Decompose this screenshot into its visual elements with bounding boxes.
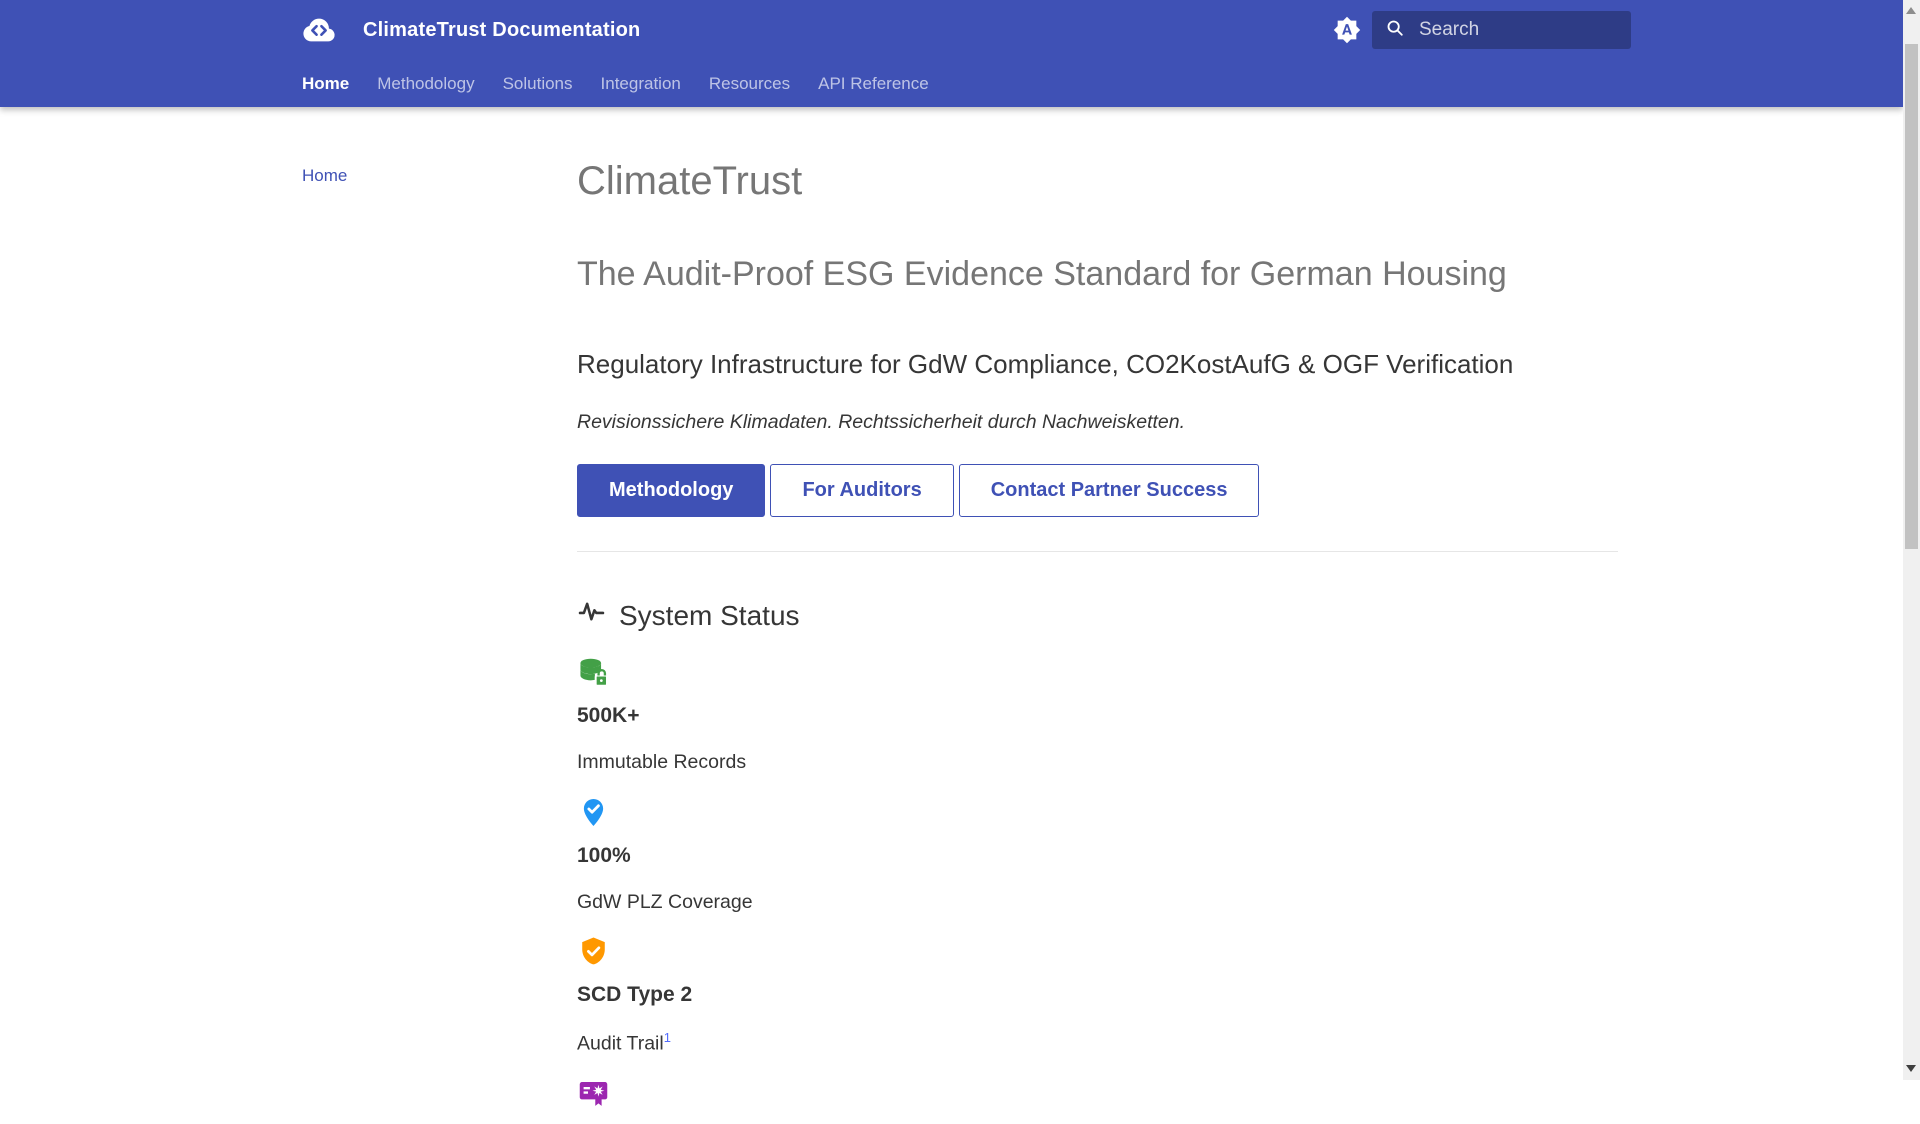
- page-title: ClimateTrust: [577, 159, 803, 203]
- methodology-button[interactable]: Methodology: [577, 464, 766, 518]
- scroll-down-arrow-icon[interactable]: [1906, 1065, 1916, 1072]
- brightness-auto-icon: [1333, 16, 1361, 44]
- stat-value: 100%: [577, 843, 631, 867]
- section-divider: [577, 551, 1618, 553]
- for-auditors-button[interactable]: For Auditors: [770, 464, 954, 518]
- lead-text: Revisionssichere Klimadaten. Rechtssiche…: [577, 411, 1186, 434]
- tagline-heading: The Audit-Proof ESG Evidence Standard fo…: [577, 255, 1507, 293]
- system-status-label: System Status: [619, 599, 800, 631]
- tab-solutions[interactable]: Solutions: [503, 74, 573, 94]
- app-header: ClimateTrust Documentation Home Methodol…: [0, 0, 1903, 107]
- system-status-heading: System Status: [577, 597, 1618, 633]
- stat-value: SCD Type 2: [577, 983, 693, 1007]
- cloud-code-icon: [302, 13, 336, 47]
- scrollbar-thumb[interactable]: [1905, 44, 1918, 549]
- footnote-ref-link[interactable]: 1: [664, 1030, 671, 1045]
- search-input[interactable]: [1417, 18, 1619, 42]
- shield-check-icon: [577, 935, 1618, 968]
- status-stats-list: 500K+ Immutable Records 100% GdW PLZ Cov…: [577, 656, 1618, 1109]
- stat-label: Immutable Records: [577, 751, 747, 774]
- stat-certificate: [577, 1076, 1618, 1109]
- header-top-row: ClimateTrust Documentation: [0, 0, 1903, 60]
- vertical-scrollbar[interactable]: [1903, 0, 1920, 1080]
- cta-button-row: Methodology For Auditors Contact Partner…: [577, 464, 1618, 518]
- subheading: Regulatory Infrastructure for GdW Compli…: [577, 349, 1514, 380]
- contact-partner-success-button[interactable]: Contact Partner Success: [958, 464, 1260, 518]
- sidebar-item-home[interactable]: Home: [302, 166, 347, 185]
- sidebar-nav: Home: [302, 166, 542, 186]
- stat-label: Audit Trail1: [577, 1029, 671, 1055]
- map-marker-check-icon: [577, 796, 1618, 829]
- theme-toggle-button[interactable]: [1330, 13, 1364, 47]
- app-title: ClimateTrust Documentation: [363, 18, 641, 41]
- stat-scd-type-2: SCD Type 2 Audit Trail1: [577, 935, 1618, 1054]
- tab-api-reference[interactable]: API Reference: [818, 74, 929, 94]
- search-box[interactable]: [1372, 11, 1631, 49]
- tab-home[interactable]: Home: [302, 74, 349, 94]
- scroll-up-arrow-icon[interactable]: [1906, 7, 1916, 14]
- tab-resources[interactable]: Resources: [709, 74, 790, 94]
- stat-gdw-plz-coverage: 100% GdW PLZ Coverage: [577, 796, 1618, 914]
- stat-value: 500K+: [577, 704, 640, 728]
- tab-integration[interactable]: Integration: [601, 74, 681, 94]
- nav-tabs: Home Methodology Solutions Integration R…: [0, 60, 1903, 107]
- stat-label: GdW PLZ Coverage: [577, 890, 753, 913]
- certificate-icon: [577, 1076, 1618, 1109]
- stat-immutable-records: 500K+ Immutable Records: [577, 656, 1618, 774]
- pulse-icon: [577, 597, 606, 633]
- tab-methodology[interactable]: Methodology: [377, 74, 474, 94]
- search-icon: [1384, 17, 1406, 44]
- database-lock-icon: [577, 656, 1618, 689]
- main-content: ClimateTrust The Audit-Proof ESG Evidenc…: [577, 0, 1618, 1124]
